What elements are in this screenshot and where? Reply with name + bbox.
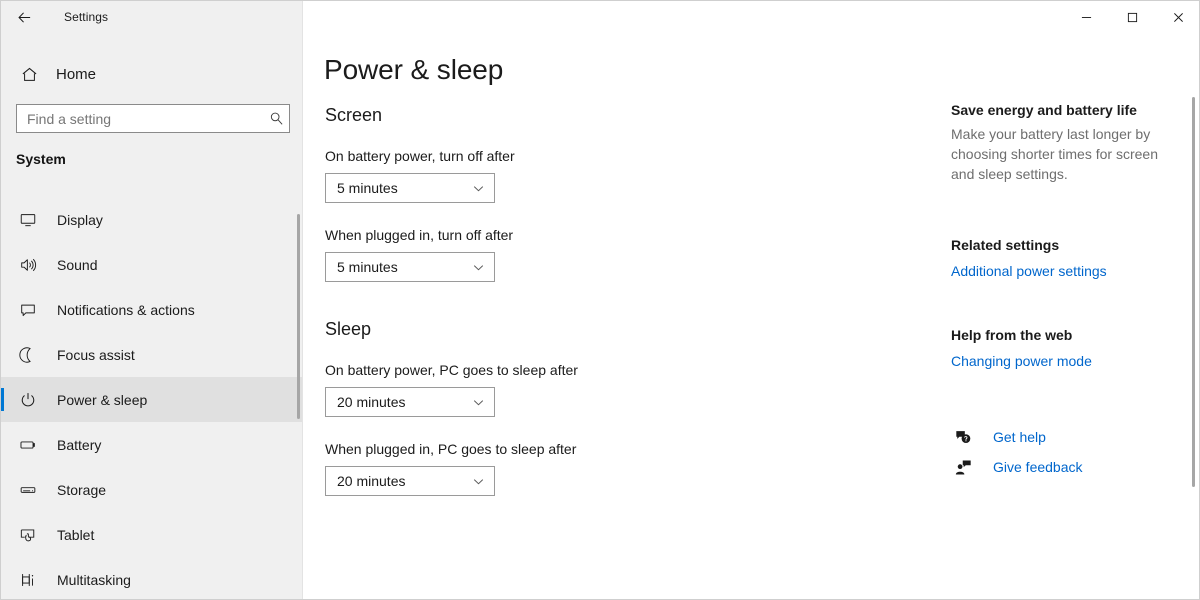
sidebar-item-battery[interactable]: Battery xyxy=(1,422,302,467)
support-block: Get help Give feedback xyxy=(951,422,1173,482)
sidebar-item-power-and-sleep[interactable]: Power & sleep xyxy=(1,377,302,422)
screen-battery-dropdown[interactable]: 5 minutes xyxy=(325,173,495,203)
sidebar-item-focus-assist[interactable]: Focus assist xyxy=(1,332,302,377)
save-energy-heading: Save energy and battery life xyxy=(951,102,1137,118)
dropdown-value: 20 minutes xyxy=(337,394,406,410)
sidebar-item-sound[interactable]: Sound xyxy=(1,242,302,287)
chevron-down-icon xyxy=(472,253,485,281)
sidebar-item-label: Tablet xyxy=(57,526,95,543)
settings-column: Screen On battery power, turn off after … xyxy=(325,105,885,496)
content-pane: Power & sleep Screen On battery power, t… xyxy=(303,1,1199,599)
sidebar-item-notifications[interactable]: Notifications & actions xyxy=(1,287,302,332)
page-title: Power & sleep xyxy=(324,54,504,85)
sleep-plugged-dropdown[interactable]: 20 minutes xyxy=(325,466,495,496)
storage-icon xyxy=(15,481,41,499)
close-button[interactable] xyxy=(1155,1,1199,33)
feedback-person-icon xyxy=(951,459,975,476)
minimize-button[interactable] xyxy=(1063,1,1109,33)
monitor-icon xyxy=(15,211,41,229)
save-energy-body: Make your battery last longer by choosin… xyxy=(951,126,1158,183)
give-feedback-row[interactable]: Give feedback xyxy=(951,452,1173,482)
sidebar-item-label: Power & sleep xyxy=(57,391,148,408)
help-from-web-heading: Help from the web xyxy=(951,327,1073,343)
minimize-icon xyxy=(1081,16,1091,18)
sidebar-item-label: Focus assist xyxy=(57,346,135,363)
back-button[interactable] xyxy=(1,1,47,33)
maximize-button[interactable] xyxy=(1109,1,1155,33)
nav-section-heading: System xyxy=(16,151,66,167)
chevron-down-icon xyxy=(472,174,485,202)
notification-icon xyxy=(15,301,41,319)
sidebar-item-label: Battery xyxy=(57,436,102,453)
chevron-down-icon xyxy=(472,388,485,416)
navigation-pane: Home System Display xyxy=(1,1,303,599)
dropdown-value: 20 minutes xyxy=(337,473,406,489)
sidebar-item-multitasking[interactable]: Multitasking xyxy=(1,557,302,599)
nav-home-label: Home xyxy=(56,65,97,83)
close-icon xyxy=(1173,12,1183,22)
window-title: Settings xyxy=(64,10,109,24)
nav-home[interactable]: Home xyxy=(13,59,291,89)
sleep-plugged-field: When plugged in, PC goes to sleep after … xyxy=(325,441,885,496)
search-input[interactable] xyxy=(17,105,263,132)
field-label: On battery power, PC goes to sleep after xyxy=(325,362,578,378)
home-icon xyxy=(21,66,45,83)
settings-window: Settings Home Find a setting System Disp… xyxy=(0,0,1200,600)
info-column: Save energy and battery life Make your b… xyxy=(951,1,1181,599)
navigation-scrollbar[interactable] xyxy=(297,214,300,419)
title-bar: Settings xyxy=(1,1,1199,33)
sleep-battery-field: On battery power, PC goes to sleep after… xyxy=(325,362,885,417)
sidebar-item-label: Notifications & actions xyxy=(57,301,195,318)
sidebar-item-tablet[interactable]: Tablet xyxy=(1,512,302,557)
sleep-section-heading: Sleep xyxy=(325,319,372,339)
maximize-icon xyxy=(1127,12,1137,22)
sidebar-item-label: Display xyxy=(57,211,103,228)
moon-icon xyxy=(15,346,41,364)
sidebar-item-label: Sound xyxy=(57,256,98,273)
help-from-web-block: Help from the web Changing power mode xyxy=(951,327,1173,371)
get-help-link[interactable]: Get help xyxy=(993,429,1046,445)
chevron-down-icon xyxy=(472,467,485,495)
related-settings-block: Related settings Additional power settin… xyxy=(951,237,1173,281)
changing-power-mode-link[interactable]: Changing power mode xyxy=(951,353,1092,369)
save-energy-block: Save energy and battery life Make your b… xyxy=(951,102,1173,184)
search-icon xyxy=(263,111,289,126)
tablet-icon xyxy=(15,526,41,544)
power-icon xyxy=(15,391,41,409)
battery-icon xyxy=(15,436,41,454)
content-scrollbar[interactable] xyxy=(1192,97,1195,487)
related-settings-heading: Related settings xyxy=(951,237,1060,253)
field-label: When plugged in, PC goes to sleep after xyxy=(325,441,577,457)
screen-section-heading: Screen xyxy=(325,105,383,125)
give-feedback-link[interactable]: Give feedback xyxy=(993,459,1083,475)
screen-battery-field: On battery power, turn off after 5 minut… xyxy=(325,148,885,203)
get-help-row[interactable]: Get help xyxy=(951,422,1173,452)
additional-power-settings-link[interactable]: Additional power settings xyxy=(951,263,1107,279)
dropdown-value: 5 minutes xyxy=(337,259,398,275)
nav-list: Display Sound Notifications & actions Fo… xyxy=(1,197,302,599)
sidebar-item-label: Storage xyxy=(57,481,107,498)
sidebar-item-storage[interactable]: Storage xyxy=(1,467,302,512)
back-arrow-icon xyxy=(17,11,30,23)
multitasking-icon xyxy=(15,571,41,589)
field-label: On battery power, turn off after xyxy=(325,148,515,164)
dropdown-value: 5 minutes xyxy=(337,180,398,196)
sidebar-item-display[interactable]: Display xyxy=(1,197,302,242)
search-box[interactable] xyxy=(16,104,290,133)
question-bubble-icon xyxy=(951,429,975,446)
sleep-battery-dropdown[interactable]: 20 minutes xyxy=(325,387,495,417)
field-label: When plugged in, turn off after xyxy=(325,227,514,243)
speaker-icon xyxy=(15,256,41,274)
screen-plugged-field: When plugged in, turn off after 5 minute… xyxy=(325,227,885,282)
sidebar-item-label: Multitasking xyxy=(57,571,131,588)
screen-plugged-dropdown[interactable]: 5 minutes xyxy=(325,252,495,282)
